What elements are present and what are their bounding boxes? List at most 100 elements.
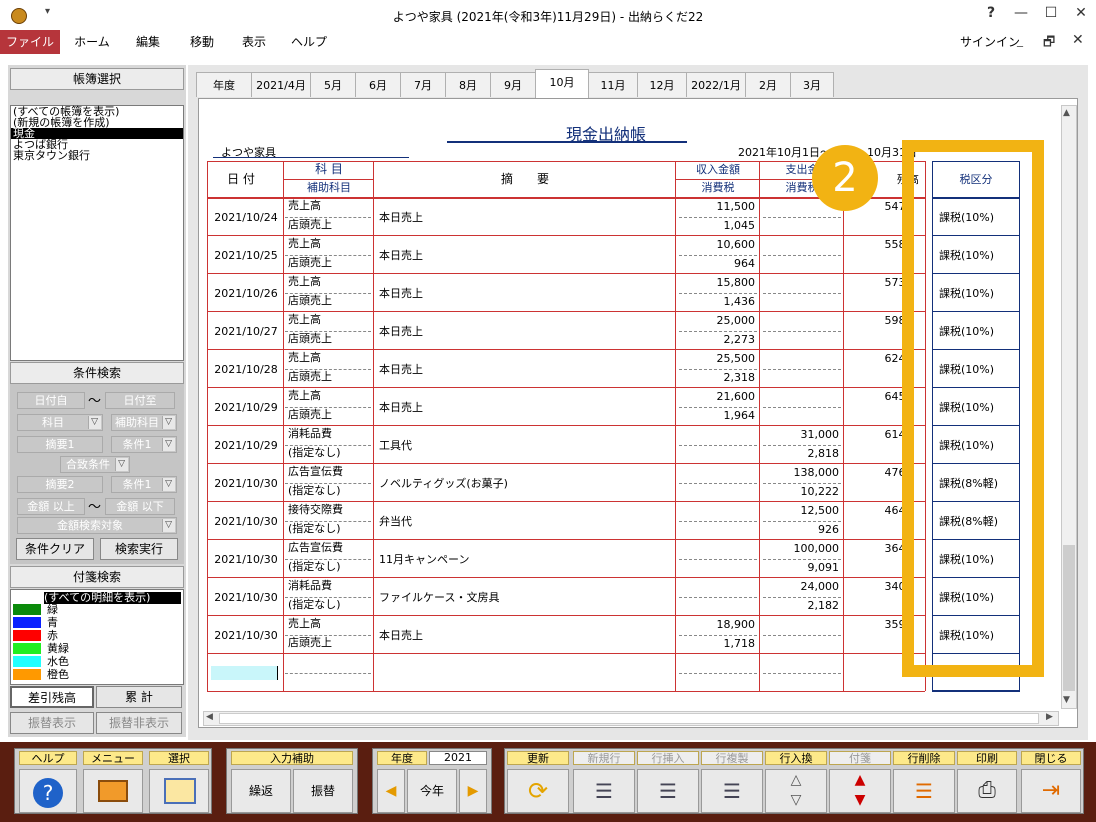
row-divider (763, 521, 841, 522)
help-icon[interactable]: ? (978, 5, 1004, 27)
maximize-button[interactable]: ☐ (1038, 5, 1064, 27)
sticky-color-label: 緑 (47, 603, 58, 616)
tab-month[interactable]: 2021/4月 (251, 72, 311, 97)
bottom-toolbar: ヘルプ メニュー 選択 ? 入力補助 繰返 振替 年度 2021 ◀ 今年 ▶ (0, 742, 1096, 822)
swap-row-button[interactable]: △ ▽ (765, 769, 827, 813)
menu-move[interactable]: 移動 (176, 30, 228, 54)
signin-link[interactable]: サインイン (960, 33, 1020, 50)
menu-edit[interactable]: 編集 (122, 30, 174, 54)
match-condition-select[interactable]: 合致条件 ▽ (60, 456, 130, 473)
copy-row-button[interactable]: ☰ (701, 769, 763, 813)
execute-search-button[interactable]: 検索実行 (100, 538, 178, 560)
toolbar-group-input-assist: 入力補助 繰返 振替 (226, 748, 358, 814)
row-balance: 645, (884, 390, 910, 403)
print-button[interactable]: ⎙ (957, 769, 1017, 813)
menu-view[interactable]: 表示 (228, 30, 280, 54)
row-summary: 工具代 (379, 439, 412, 452)
tab-month[interactable]: 9月 (490, 72, 536, 97)
transfer-show-button[interactable]: 振替表示 (10, 712, 94, 734)
sub-account-select[interactable]: 補助科目 ▽ (111, 414, 177, 431)
scroll-right-icon[interactable]: ▶ (1046, 712, 1053, 722)
condition1-select[interactable]: 条件1 ▽ (111, 436, 177, 453)
date-to-field[interactable]: 日付至 (105, 392, 175, 409)
ribbon-close-button[interactable]: ✕ (1072, 32, 1084, 48)
row-sub-account: 店頭売上 (288, 408, 332, 421)
sticky-color-item[interactable]: 橙色 (13, 669, 69, 682)
horizontal-scroll-thumb[interactable] (219, 713, 1039, 724)
sticky-button[interactable]: ▲ ▼ (829, 769, 891, 813)
tab-month[interactable]: 2022/1月 (686, 72, 746, 97)
transfer-hide-button[interactable]: 振替非表示 (96, 712, 182, 734)
amount-max-field[interactable]: 金額 以下 (105, 498, 175, 515)
tab-month[interactable]: 11月 (588, 72, 638, 97)
book-item-new[interactable]: (新規の帳簿を作成) (11, 117, 183, 128)
close-button[interactable]: ⇥ (1021, 769, 1081, 813)
minimize-button[interactable]: — (1008, 5, 1034, 27)
transfer-button[interactable]: 振替 (293, 769, 353, 813)
input-assist-label: 入力補助 (231, 751, 353, 765)
update-label: 更新 (507, 751, 569, 765)
menu-file[interactable]: ファイル (0, 30, 60, 54)
sticky-all-item[interactable]: (すべての明細を表示) (44, 592, 181, 604)
insert-row-label: 行挿入 (637, 751, 699, 765)
amount-min-field[interactable]: 金額 以上 (17, 498, 85, 515)
year-field[interactable]: 2021 (429, 751, 487, 765)
tab-month[interactable]: 10月 (535, 69, 589, 98)
row-sub-account: 店頭売上 (288, 636, 332, 649)
prev-year-button[interactable]: ◀ (377, 769, 405, 813)
row-expense-tax: 926 (818, 523, 839, 536)
summary2-field[interactable]: 摘要2 (17, 476, 103, 493)
insert-row-button[interactable]: ☰ (637, 769, 699, 813)
book-select-header: 帳簿選択 (10, 68, 184, 90)
close-window-button[interactable]: ✕ (1068, 5, 1094, 27)
this-year-button[interactable]: 今年 (407, 769, 457, 813)
scroll-left-icon[interactable]: ◀ (206, 712, 213, 722)
row-sub-account: (指定なし) (288, 598, 341, 611)
summary1-field[interactable]: 摘要1 (17, 436, 103, 453)
row-expense: 12,500 (800, 504, 840, 517)
update-button[interactable]: ⟳ (507, 769, 569, 813)
clear-conditions-button[interactable]: 条件クリア (16, 538, 94, 560)
new-row-button[interactable]: ☰ (573, 769, 635, 813)
ribbon-restore-button[interactable]: 🗗 (1043, 33, 1055, 55)
row-divider (763, 635, 841, 636)
row-income: 15,800 (716, 276, 756, 289)
scroll-up-icon[interactable]: ▲ (1063, 108, 1070, 118)
next-year-button[interactable]: ▶ (459, 769, 487, 813)
tab-month[interactable]: 5月 (310, 72, 356, 97)
tab-month[interactable]: 3月 (790, 72, 834, 97)
vertical-scroll-thumb[interactable] (1063, 545, 1075, 691)
repeat-button[interactable]: 繰返 (231, 769, 291, 813)
new-row-label: 新規行 (573, 751, 635, 765)
new-entry-date-input[interactable] (211, 666, 277, 680)
menu-button[interactable] (83, 769, 143, 813)
row-summary: 本日売上 (379, 287, 423, 300)
row-balance: 364, (884, 542, 910, 555)
cumulative-button[interactable]: 累 計 (96, 686, 182, 708)
tab-month[interactable]: 8月 (445, 72, 491, 97)
tab-month[interactable]: 7月 (400, 72, 446, 97)
date-from-field[interactable]: 日付自 (17, 392, 85, 409)
tab-month[interactable]: 2月 (745, 72, 791, 97)
book-item-tokyo-town-bank[interactable]: 東京タウン銀行 (11, 150, 183, 161)
menu-help[interactable]: ヘルプ (282, 30, 336, 54)
account-select[interactable]: 科目 ▽ (17, 414, 103, 431)
tab-year[interactable]: 年度 (196, 72, 252, 97)
menu-home[interactable]: ホーム (66, 30, 118, 54)
sticky-label: 付箋 (829, 751, 891, 765)
sticky-color-label: 橙色 (47, 668, 69, 681)
scroll-down-icon[interactable]: ▼ (1063, 695, 1070, 705)
amount-target-select[interactable]: 金額検索対象 ▽ (17, 517, 177, 534)
condition2-select[interactable]: 条件1 ▽ (111, 476, 177, 493)
ribbon-minimize-button[interactable]: _ (1017, 33, 1023, 47)
tab-month[interactable]: 12月 (637, 72, 687, 97)
balance-button[interactable]: 差引残高 (10, 686, 94, 708)
select-button[interactable] (149, 769, 209, 813)
tab-month[interactable]: 6月 (355, 72, 401, 97)
condition1-label: 条件1 (122, 438, 152, 451)
row-summary: 本日売上 (379, 249, 423, 262)
delete-row-button[interactable]: ☰ (893, 769, 955, 813)
sticky-arrows-icon: ▲ ▼ (854, 772, 866, 808)
row-sub-account: 店頭売上 (288, 218, 332, 231)
help-button[interactable]: ? (19, 769, 77, 813)
